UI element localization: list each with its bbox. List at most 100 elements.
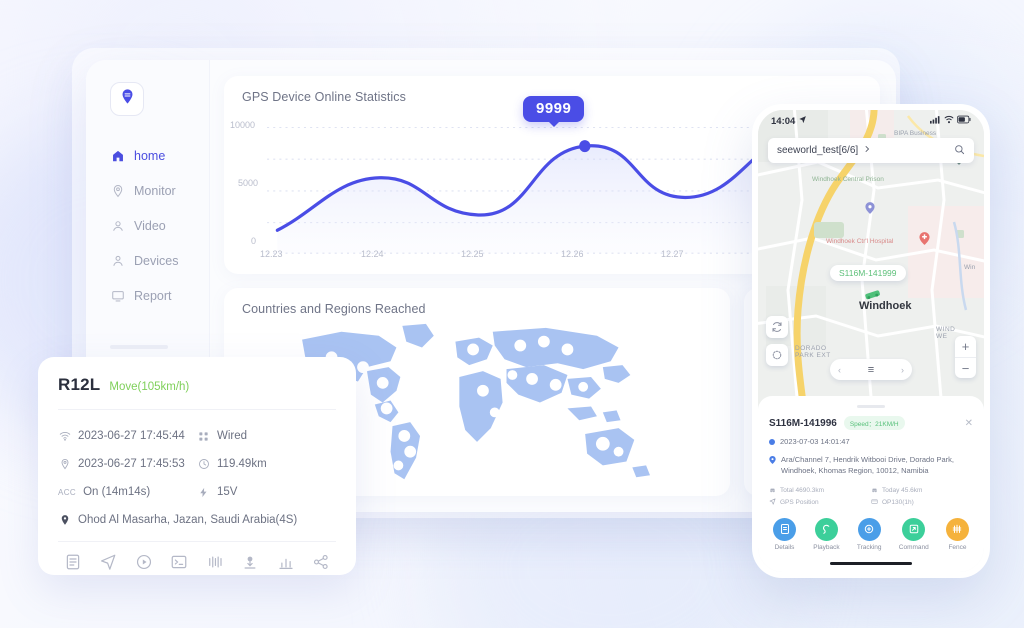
phone-zoom-controls[interactable]: + − (955, 336, 976, 378)
sheet-address: Ara/Channel 7, Hendrik Witbooi Drive, Do… (781, 454, 954, 475)
sidebar-item-report[interactable]: Report (86, 278, 209, 313)
fuel-icon[interactable] (204, 551, 225, 572)
sidebar-item-monitor[interactable]: Monitor (86, 173, 209, 208)
video-camera-icon (110, 218, 125, 233)
sheet-stat-total: Total 4690.3km (769, 485, 871, 497)
play-circle-icon[interactable] (133, 551, 154, 572)
phone-status-time: 14:04 (771, 115, 796, 127)
device-row-last-signal: 2023-06-27 17:45:44 (58, 422, 197, 450)
device-row-address: Ohod Al Masarha, Jazan, Saudi Arabia(4S) (58, 506, 336, 534)
phone-map-pager[interactable]: ‹ ≡ › (830, 359, 912, 380)
playback-icon (814, 517, 838, 541)
sheet-stats: Total 4690.3km Today 45.6km GPS Position (769, 485, 973, 509)
device-detail-card: R12L Move(105km/h) 2023-06-27 17:45:44 W… (38, 357, 356, 575)
phone-poi-3: DORADO PARK EXT (795, 345, 831, 359)
wifi-icon (944, 115, 954, 127)
map-pin-filled-icon (58, 514, 71, 527)
device-action-bar (58, 541, 336, 572)
pager-next-icon[interactable]: › (901, 365, 904, 375)
device-card-header: R12L Move(105km/h) (58, 375, 336, 409)
chevron-right-icon (863, 145, 871, 156)
card-icon (871, 498, 878, 507)
phone-tab-command[interactable]: Command (898, 517, 929, 551)
device-row-value: 2023-06-27 17:45:53 (78, 458, 185, 470)
zoom-out-button[interactable]: − (955, 357, 976, 378)
sheet-stat-today: Today 45.6km (871, 485, 973, 497)
phone-poi-4: WIND WE (936, 326, 956, 340)
phone-mockup: 14:04 seeworld_test[6/6] BIPA Business W… (752, 104, 990, 578)
device-row-value: 2023-06-27 17:45:44 (78, 430, 185, 442)
phone-action-tabs: Details Playback Tracking Command Fence (769, 509, 973, 551)
sidebar-item-label: Video (134, 218, 166, 233)
phone-tab-details[interactable]: Details (773, 517, 796, 551)
device-row-value: 119.49km (217, 458, 267, 470)
sidebar-item-devices[interactable]: Devices (86, 243, 209, 278)
report-screen-icon (110, 288, 125, 303)
sheet-stat-label: GPS Position (780, 499, 819, 507)
device-row-connection: Wired (197, 422, 336, 450)
y-tick-5000: 5000 (238, 178, 259, 188)
world-map-title: Countries and Regions Reached (242, 302, 426, 316)
layers-icon[interactable]: ≡ (868, 364, 874, 376)
phone-tab-playback[interactable]: Playback (813, 517, 840, 551)
sidebar-divider-1 (110, 345, 168, 349)
device-status: Move(105km/h) (109, 381, 190, 393)
phone-tab-label: Command (898, 543, 929, 551)
sidebar-nav: home Monitor Video Devices Report (86, 138, 209, 313)
clock-icon (197, 458, 210, 471)
y-tick-0: 0 (251, 236, 257, 246)
phone-tab-label: Details (774, 543, 795, 551)
acc-label: ACC (58, 487, 77, 497)
device-row-voltage: 15V (197, 478, 336, 506)
sheet-drag-handle[interactable] (857, 405, 885, 408)
device-row-value: 15V (217, 486, 238, 498)
x-tick-4: 12.27 (661, 249, 684, 259)
document-icon[interactable] (62, 551, 83, 572)
sidebar-item-label: Monitor (134, 183, 176, 198)
pager-prev-icon[interactable]: ‹ (838, 365, 841, 375)
phone-tab-label: Fence (948, 543, 967, 551)
x-tick-3: 12.26 (561, 249, 584, 259)
phone-status-bar: 14:04 (758, 110, 984, 132)
battery-icon (957, 115, 971, 127)
phone-city-label: Windhoek (859, 300, 912, 312)
search-icon[interactable] (954, 144, 965, 158)
status-dot-icon (769, 439, 775, 445)
phone-tab-fence[interactable]: Fence (945, 517, 969, 551)
sheet-header: S116M-141996 Speed：21KM/H ✕ (769, 416, 973, 430)
download-pin-icon[interactable] (240, 551, 261, 572)
phone-search-bar[interactable]: seeworld_test[6/6] (768, 138, 974, 163)
locate-icon[interactable] (766, 344, 788, 366)
refresh-icon[interactable] (766, 316, 788, 338)
phone-home-indicator (830, 562, 912, 565)
sidebar-item-label: Report (134, 288, 172, 303)
terminal-icon[interactable] (169, 551, 190, 572)
sheet-stat-label: Today 45.6km (882, 487, 923, 495)
brand-logo[interactable] (110, 82, 144, 116)
odometer-icon (871, 486, 878, 495)
secondary-marker-icon[interactable] (865, 201, 875, 219)
sidebar-item-video[interactable]: Video (86, 208, 209, 243)
bar-chart-icon[interactable] (275, 551, 296, 572)
device-info-grid: 2023-06-27 17:45:44 Wired 2023-06-27 17:… (58, 410, 336, 536)
sheet-timestamp: 2023-07-03 14:01:47 (780, 437, 850, 446)
phone-map[interactable]: 14:04 seeworld_test[6/6] BIPA Business W… (758, 110, 984, 406)
close-icon[interactable]: ✕ (965, 418, 973, 429)
phone-tab-tracking[interactable]: Tracking (857, 517, 882, 551)
home-icon (110, 148, 125, 163)
map-pin-icon (769, 455, 776, 468)
navigate-icon[interactable] (98, 551, 119, 572)
x-tick-2: 12.25 (461, 249, 484, 259)
phone-tab-label: Playback (813, 543, 840, 551)
zoom-in-button[interactable]: + (955, 336, 976, 357)
share-icon[interactable] (311, 551, 332, 572)
sheet-device-name: S116M-141996 (769, 417, 837, 429)
sidebar-item-label: home (134, 148, 166, 163)
gps-icon (769, 498, 776, 507)
phone-device-map-label[interactable]: S116M-141999 (830, 265, 906, 281)
device-row-mileage: 119.49km (197, 450, 336, 478)
sheet-address-row: Ara/Channel 7, Hendrik Witbooi Drive, Do… (769, 455, 973, 477)
hospital-marker-icon[interactable] (919, 232, 930, 250)
location-arrow-icon (798, 115, 807, 127)
sidebar-item-home[interactable]: home (86, 138, 209, 173)
